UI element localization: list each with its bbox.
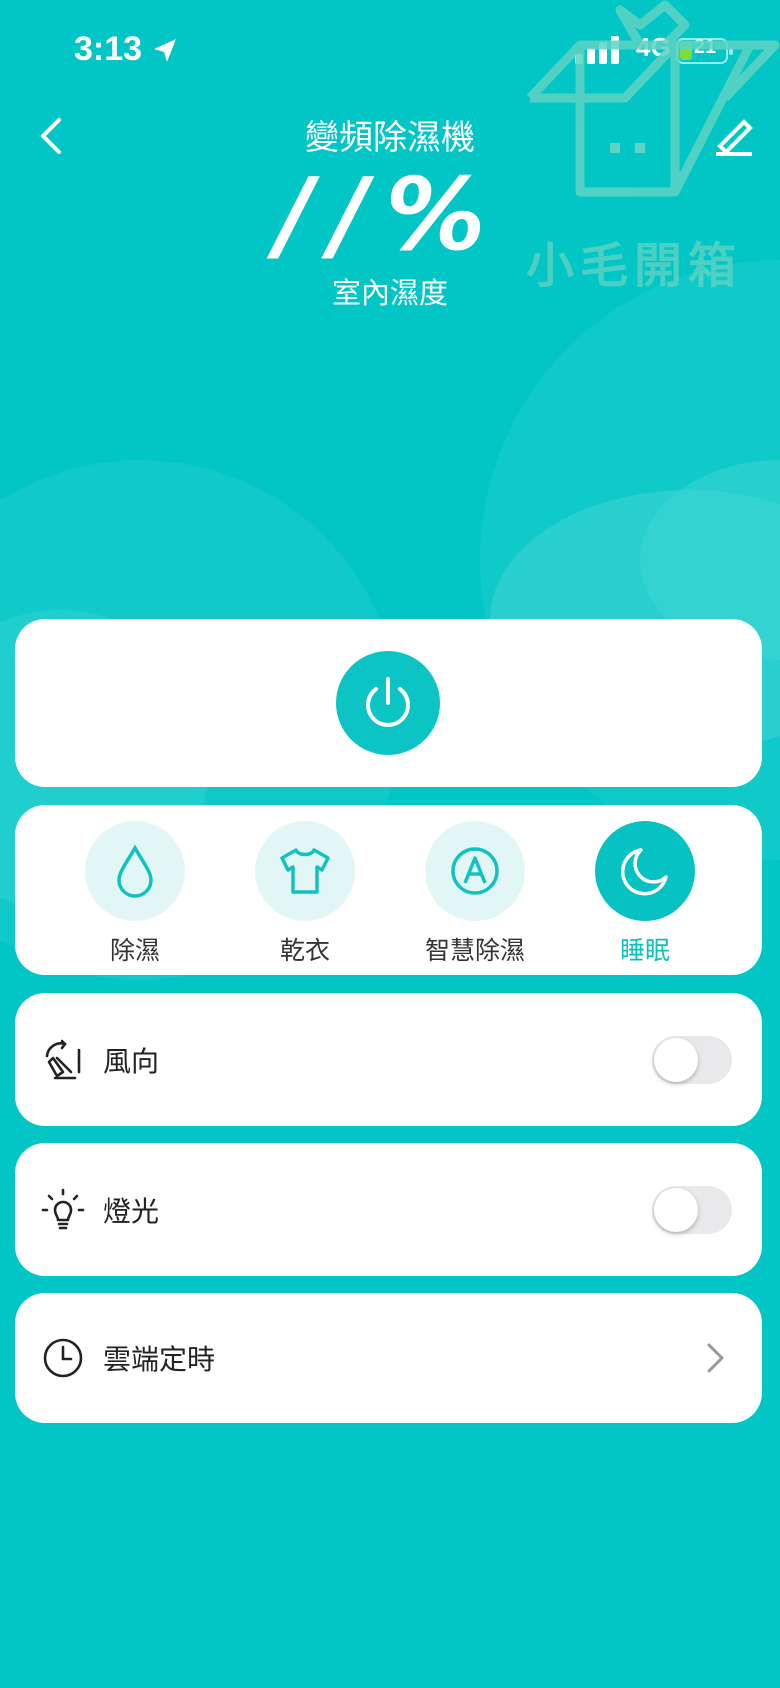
moon-icon (620, 848, 668, 896)
humidity-value: //% (276, 156, 504, 273)
cloud-timer-row[interactable]: 雲端定時 (15, 1293, 762, 1423)
wind-direction-label: 風向 (103, 1044, 160, 1078)
mode-circle (255, 821, 355, 921)
light-row: 燈光 (15, 1143, 762, 1276)
wind-direction-icon (45, 1039, 81, 1079)
wind-direction-toggle[interactable] (652, 1035, 732, 1084)
power-icon (366, 677, 410, 727)
mode-dry-clothes[interactable]: 乾衣 (245, 821, 365, 967)
light-bulb-icon (41, 1188, 85, 1229)
status-time: 3:13 (74, 30, 143, 68)
water-drop-icon (117, 844, 153, 898)
mode-circle (425, 821, 525, 921)
light-label: 燈光 (103, 1194, 160, 1228)
clock-icon (43, 1338, 83, 1378)
mode-smart-dehumidify[interactable]: 智慧除濕 (415, 821, 535, 967)
mode-dehumidify[interactable]: 除濕 (75, 821, 195, 967)
auto-a-icon (451, 847, 499, 895)
mode-label: 除濕 (109, 936, 160, 965)
pencil-icon[interactable] (710, 108, 760, 158)
chevron-right-icon (707, 1343, 724, 1373)
back-button[interactable] (22, 106, 82, 166)
chevron-left-icon (41, 118, 61, 154)
mode-card: 除濕 乾衣 智慧除濕 睡眠 (15, 805, 762, 975)
toggle-knob (654, 1037, 698, 1082)
power-card (15, 619, 762, 787)
watermark-box-logo (526, 0, 780, 197)
location-arrow-icon (154, 39, 176, 62)
page-title: 變頻除濕機 (305, 118, 475, 158)
wind-direction-row: 風向 (15, 993, 762, 1126)
mode-label: 睡眠 (619, 936, 670, 965)
watermark-text: 小毛開箱 (526, 238, 743, 294)
power-button[interactable] (336, 651, 440, 755)
mode-label: 智慧除濕 (424, 936, 525, 965)
mode-sleep[interactable]: 睡眠 (585, 821, 705, 967)
toggle-knob (654, 1187, 698, 1232)
tshirt-icon (280, 848, 330, 894)
mode-label: 乾衣 (279, 936, 330, 965)
cloud-timer-label: 雲端定時 (103, 1343, 216, 1376)
light-toggle[interactable] (652, 1185, 732, 1234)
humidity-label: 室內濕度 (331, 276, 448, 310)
mode-circle (595, 821, 695, 921)
mode-circle (85, 821, 185, 921)
